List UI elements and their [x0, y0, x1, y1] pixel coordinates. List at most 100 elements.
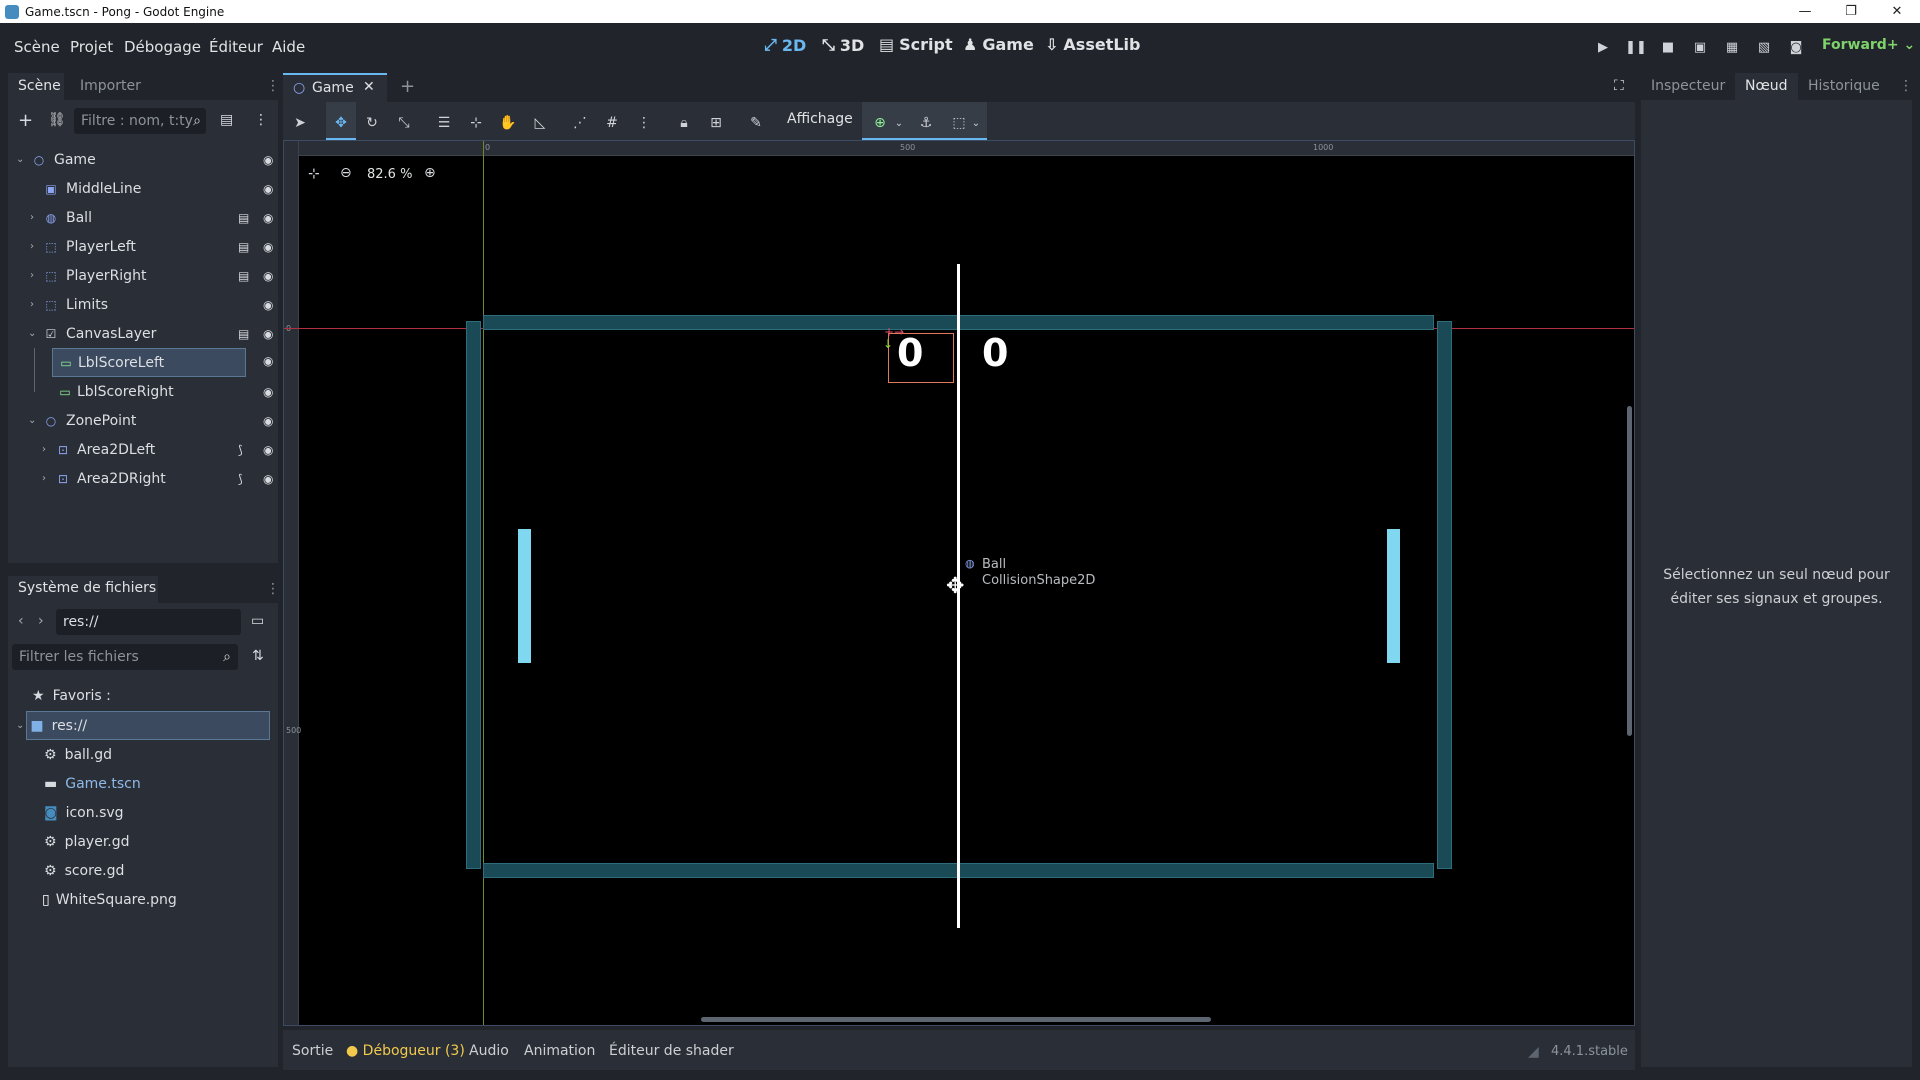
- path-field[interactable]: res://: [56, 609, 241, 635]
- tab-scene[interactable]: Scène: [18, 78, 61, 94]
- visibility-icon[interactable]: ◉: [263, 443, 273, 457]
- close-window-button[interactable]: ✕: [1874, 0, 1920, 23]
- ruler-tool-icon[interactable]: ◺: [528, 111, 552, 135]
- zoom-in-icon[interactable]: ⊕: [424, 165, 436, 181]
- play-scene-icon[interactable]: ▦: [1722, 38, 1742, 56]
- vertical-scrollbar[interactable]: [1627, 406, 1632, 736]
- chevron-right-icon[interactable]: ›: [30, 299, 34, 310]
- left-wall[interactable]: [466, 321, 481, 869]
- pause-icon[interactable]: ❚❚: [1625, 38, 1647, 56]
- left-paddle[interactable]: [518, 529, 531, 663]
- favorites-row[interactable]: ★ Favoris :: [32, 681, 111, 710]
- chevron-down-icon[interactable]: ⌄: [16, 154, 24, 165]
- move-gizmo-icon[interactable]: ✥: [946, 574, 964, 599]
- attach-script-icon[interactable]: ▤: [220, 112, 233, 128]
- add-node-icon[interactable]: +: [18, 110, 33, 131]
- anchor-icon[interactable]: ⚓︎: [914, 111, 938, 135]
- workspace-3d-button[interactable]: ⤡ 3D: [822, 35, 864, 55]
- file-item[interactable]: ⚙ ball.gd: [44, 740, 112, 769]
- workspace-2d-button[interactable]: ⤢ 2D: [764, 35, 806, 55]
- visibility-icon[interactable]: ◉: [263, 472, 273, 486]
- file-item[interactable]: ⚙ score.gd: [44, 856, 124, 885]
- tree-node-playerright[interactable]: › ⬚ PlayerRight ▤ ◉: [12, 261, 273, 290]
- center-view-icon[interactable]: ⊹: [308, 166, 320, 182]
- workspace-game-button[interactable]: ♟ Game: [963, 35, 1034, 54]
- close-tab-icon[interactable]: ✕: [363, 79, 375, 95]
- workspace-script-button[interactable]: ▤ Script: [879, 35, 953, 54]
- visibility-icon[interactable]: ◉: [263, 153, 273, 167]
- dock-menu-icon[interactable]: ⋮: [266, 581, 280, 597]
- signal-icon[interactable]: ⟆: [238, 443, 243, 457]
- renderer-selector[interactable]: Forward+ ⌄: [1822, 37, 1915, 53]
- tab-shader-editor[interactable]: Éditeur de shader: [609, 1043, 734, 1059]
- visibility-icon[interactable]: ◉: [263, 182, 273, 196]
- file-item[interactable]: ◙ icon.svg: [44, 798, 124, 827]
- visibility-icon[interactable]: ◉: [263, 298, 273, 312]
- signal-icon[interactable]: ⟆: [238, 472, 243, 486]
- script-icon[interactable]: ▤: [238, 269, 249, 283]
- rotate-tool-icon[interactable]: ↻: [360, 111, 384, 135]
- menu-project[interactable]: Projet: [70, 38, 113, 56]
- visibility-icon[interactable]: ◉: [263, 385, 273, 399]
- tab-history[interactable]: Historique: [1808, 78, 1880, 94]
- sort-icon[interactable]: ⇅: [252, 648, 264, 664]
- visibility-icon[interactable]: ◉: [263, 354, 273, 368]
- script-icon[interactable]: ▤: [238, 240, 249, 254]
- tab-filesystem[interactable]: Système de fichiers: [18, 580, 156, 596]
- res-root-folder[interactable]: ⌄ ■ res://: [16, 711, 87, 740]
- visibility-icon[interactable]: ◉: [263, 327, 273, 341]
- scene-options-icon[interactable]: ⋮: [254, 112, 268, 128]
- workspace-assetlib-button[interactable]: ⇩ AssetLib: [1045, 35, 1140, 54]
- chevron-right-icon[interactable]: ›: [30, 212, 34, 223]
- tree-node-limits[interactable]: › ⬚ Limits ◉: [12, 290, 273, 319]
- remote-debug-icon[interactable]: ▣: [1690, 38, 1710, 56]
- menu-help[interactable]: Aide: [272, 38, 305, 56]
- select-tool-icon[interactable]: ➤: [288, 111, 312, 135]
- tree-node-middleline[interactable]: ▣ MiddleLine ◉: [12, 174, 273, 203]
- chevron-right-icon[interactable]: ›: [30, 241, 34, 252]
- tab-import[interactable]: Importer: [80, 78, 141, 94]
- tree-node-lblscoreleft[interactable]: ▭ LblScoreLeft: [52, 348, 246, 377]
- smart-snap-icon[interactable]: ⋰: [568, 111, 592, 135]
- distraction-free-icon[interactable]: ⛶: [1614, 78, 1624, 94]
- right-paddle[interactable]: [1387, 529, 1400, 663]
- dock-menu-icon[interactable]: ⋮: [266, 78, 280, 94]
- zoom-level[interactable]: 82.6 %: [367, 167, 412, 182]
- scale-tool-icon[interactable]: ⤡: [392, 111, 416, 135]
- tree-node-ball[interactable]: › ◍ Ball ▤ ◉: [12, 203, 273, 232]
- right-wall[interactable]: [1437, 321, 1452, 869]
- menu-editor[interactable]: Éditeur: [209, 38, 263, 56]
- tab-animation[interactable]: Animation: [524, 1043, 595, 1059]
- score-right-label[interactable]: 0: [982, 331, 1008, 375]
- tab-audio[interactable]: Audio: [469, 1043, 509, 1059]
- file-filter-input[interactable]: Filtrer les fichiers ⌕: [12, 644, 238, 670]
- play-icon[interactable]: ▶: [1593, 38, 1613, 56]
- file-item[interactable]: ▬ Game.tscn: [44, 769, 141, 798]
- pivot-tool-icon[interactable]: ⊹: [464, 111, 488, 135]
- link-icon[interactable]: ⛓: [48, 112, 66, 128]
- visibility-icon[interactable]: ◉: [263, 269, 273, 283]
- list-select-icon[interactable]: ☰: [432, 111, 456, 135]
- tree-node-playerleft[interactable]: › ⬚ PlayerLeft ▤ ◉: [12, 232, 273, 261]
- tree-node-area2dleft[interactable]: › ⊡ Area2DLeft ⟆ ◉: [12, 435, 273, 464]
- menu-scene[interactable]: Scène: [14, 38, 60, 56]
- back-icon[interactable]: ‹: [18, 613, 24, 629]
- chevron-right-icon[interactable]: ›: [42, 444, 46, 455]
- stop-icon[interactable]: ■: [1658, 38, 1678, 56]
- add-scene-tab-icon[interactable]: +: [400, 76, 415, 97]
- scene-tab-game[interactable]: ○ Game ✕: [283, 73, 387, 102]
- maximize-button[interactable]: ❐: [1828, 0, 1874, 23]
- toggle-split-icon[interactable]: ▭: [251, 613, 264, 629]
- tab-inspector[interactable]: Inspecteur: [1651, 78, 1725, 94]
- visibility-icon[interactable]: ◉: [263, 414, 273, 428]
- tree-node-game[interactable]: ⌄ ○ Game ◉: [12, 145, 273, 174]
- play-custom-scene-icon[interactable]: ▧: [1754, 38, 1774, 56]
- zoom-out-icon[interactable]: ⊖: [340, 165, 352, 181]
- chevron-down-icon[interactable]: ⌄: [28, 415, 36, 426]
- grid-snap-icon[interactable]: #: [600, 111, 624, 135]
- chevron-right-icon[interactable]: ›: [42, 473, 46, 484]
- dock-menu-icon[interactable]: ⋮: [1899, 78, 1913, 94]
- file-item[interactable]: ⚙ player.gd: [44, 827, 130, 856]
- tab-debugger[interactable]: ● Débogueur (3): [346, 1043, 465, 1059]
- move-tool-icon[interactable]: ✥: [329, 111, 353, 135]
